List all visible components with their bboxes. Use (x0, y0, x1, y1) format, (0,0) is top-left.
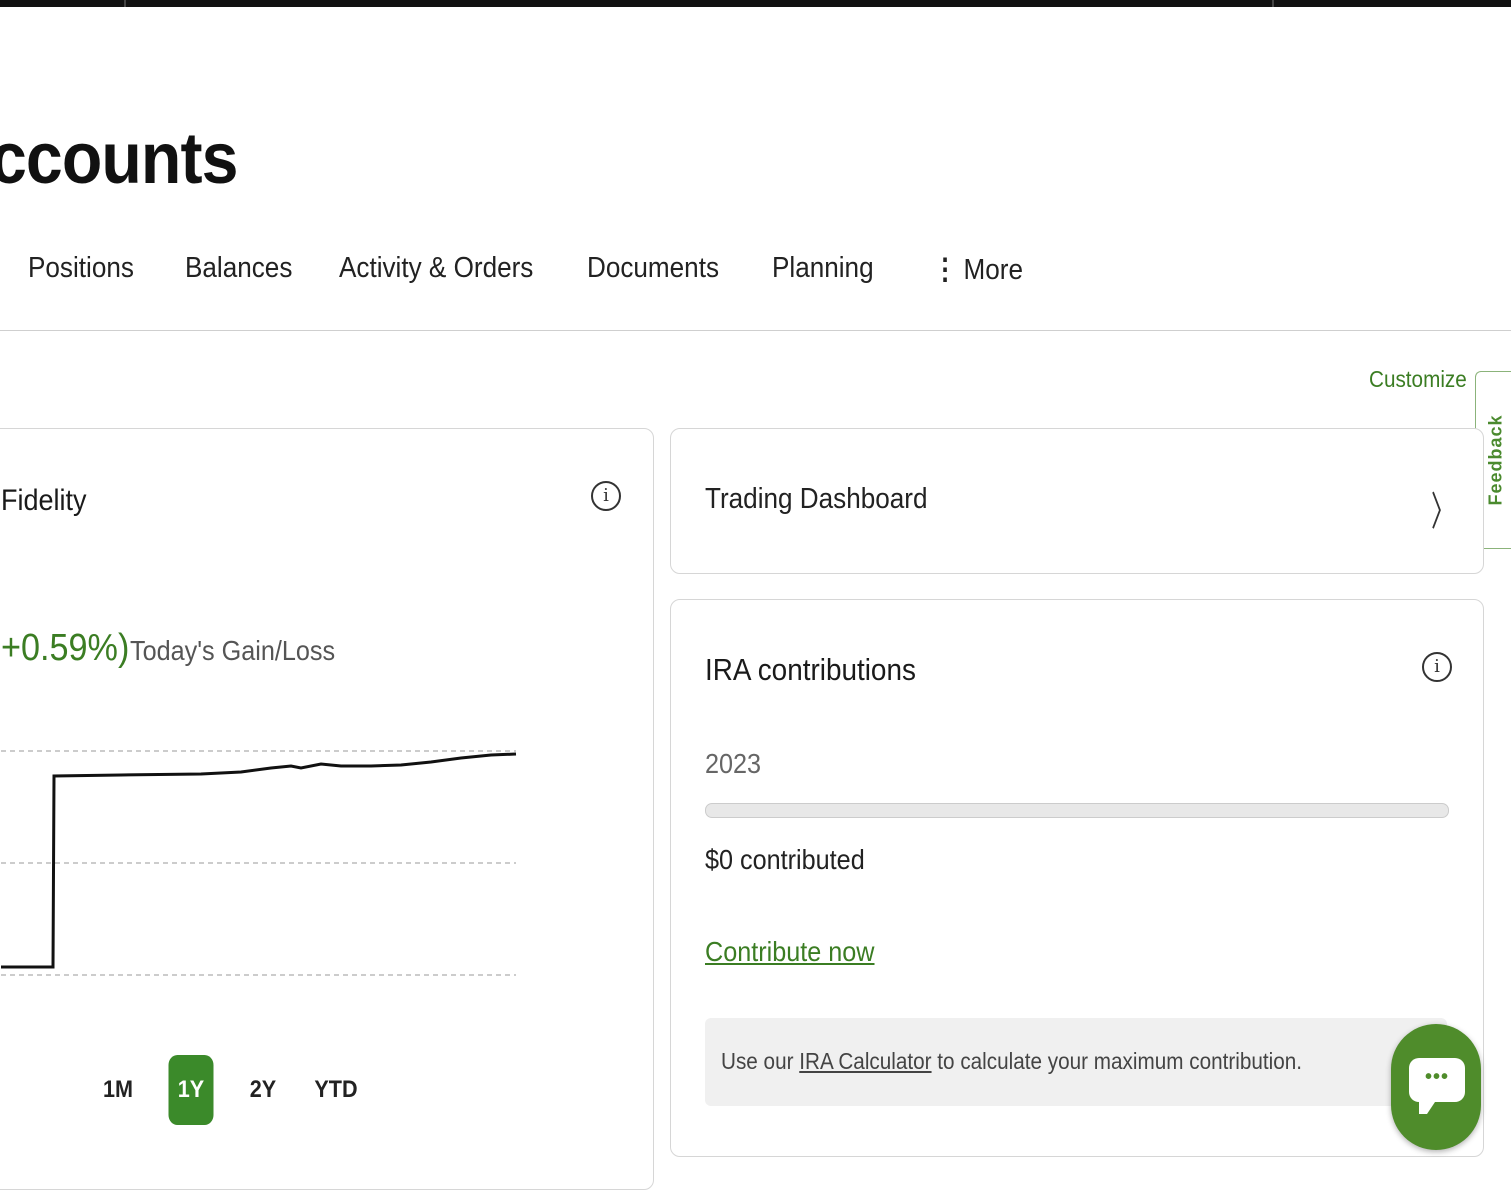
page-title: ccounts (0, 119, 238, 199)
trading-dashboard-card[interactable]: Trading Dashboard 〉 (670, 428, 1484, 574)
feedback-label: Feedback (1485, 414, 1506, 506)
balance-chart (1, 750, 517, 976)
info-icon[interactable]: i (1422, 652, 1452, 682)
more-dots-icon: ⋮ (932, 254, 959, 286)
chat-icon: ••• (1409, 1058, 1465, 1114)
ira-contributed-amount: $0 contributed (705, 844, 865, 875)
ira-note-suffix: to calculate your maximum contribution. (931, 1048, 1303, 1074)
gain-label: Today's Gain/Loss (130, 635, 336, 666)
account-title: Fidelity (1, 484, 87, 517)
account-nav: Positions Balances Activity & Orders Doc… (0, 244, 1511, 294)
trading-dashboard-title: Trading Dashboard (705, 483, 928, 515)
balance-line (1, 752, 517, 969)
gain-loss-line: +0.59%) Today's Gain/Loss (1, 627, 358, 670)
range-1y-button[interactable]: 1Y (168, 1055, 214, 1125)
chat-dots: ••• (1424, 1066, 1449, 1088)
ira-title: IRA contributions (705, 652, 916, 687)
ira-calculator-note: Use our IRA Calculator to calculate your… (705, 1018, 1447, 1106)
nav-divider (0, 330, 1511, 331)
range-ytd-button[interactable]: YTD (309, 1055, 363, 1125)
info-icon[interactable]: i (591, 481, 621, 511)
customize-link[interactable]: Customize (1369, 366, 1467, 393)
nav-activity-orders[interactable]: Activity & Orders (339, 252, 533, 285)
ira-progress-bar (705, 803, 1449, 818)
nav-more[interactable]: ⋮ More (932, 252, 1023, 287)
top-bar-separator (1272, 0, 1274, 7)
ira-year: 2023 (705, 748, 762, 779)
gain-percent: +0.59%) (1, 627, 130, 669)
contribute-now-link[interactable]: Contribute now (705, 936, 875, 968)
range-2y-button[interactable]: 2Y (245, 1055, 281, 1125)
nav-more-label: More (963, 254, 1023, 286)
nav-planning[interactable]: Planning (772, 252, 874, 285)
chevron-right-icon: 〉 (1431, 489, 1455, 535)
top-bar-separator (124, 0, 126, 7)
chat-button[interactable]: ••• (1391, 1024, 1481, 1150)
range-1m-button[interactable]: 1M (100, 1055, 136, 1125)
ira-note-prefix: Use our (721, 1048, 800, 1074)
ira-note-text: Use our IRA Calculator to calculate your… (721, 1048, 1302, 1075)
ira-contributions-card: IRA contributions i 2023 $0 contributed … (670, 599, 1484, 1157)
nav-balances[interactable]: Balances (185, 252, 292, 285)
nav-positions[interactable]: Positions (28, 252, 134, 285)
account-summary-card: Fidelity i +0.59%) Today's Gain/Loss 1M … (0, 428, 654, 1190)
ira-calculator-link[interactable]: IRA Calculator (799, 1048, 931, 1074)
top-bar (0, 0, 1511, 7)
nav-documents[interactable]: Documents (587, 252, 719, 285)
